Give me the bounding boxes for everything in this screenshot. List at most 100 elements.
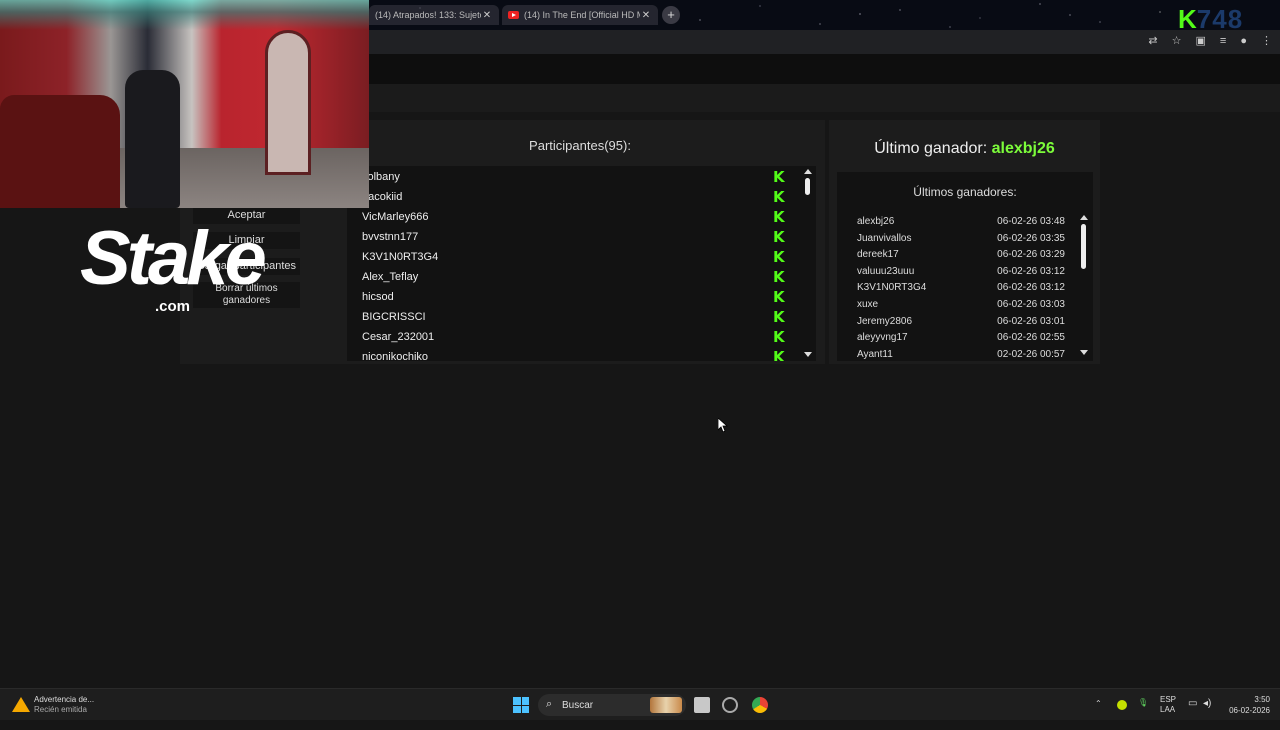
list-item[interactable]: pacokiid K (362, 187, 792, 207)
webcam-overlay (0, 0, 369, 208)
menu-icon[interactable]: ⋮ (1261, 34, 1272, 47)
winner-date: 02-02-26 00:57 (997, 349, 1065, 360)
participant-name: bvvstnn177 (362, 231, 419, 243)
webcam-arched-door (265, 30, 311, 175)
scroll-up-icon[interactable] (1080, 215, 1088, 220)
kick-badge-icon: K (773, 288, 785, 306)
new-tab-button[interactable]: + (662, 6, 680, 24)
kick-badge-icon: K (773, 248, 785, 266)
list-item[interactable]: niconikochiko K (362, 347, 792, 362)
scroll-down-icon[interactable] (1080, 350, 1088, 355)
webcam-ceiling-light (0, 0, 369, 30)
list-item[interactable]: K3V1N0RT3G4 K (362, 247, 792, 267)
winner-date: 06-02-26 03:12 (997, 282, 1065, 293)
clock-date: 06-02-2026 (1229, 706, 1270, 715)
list-item[interactable]: Cesar_232001 K (362, 327, 792, 347)
list-item: aleyyvng17 06-02-26 02:55 (857, 332, 1065, 348)
tab-title: (14) Atrapados! 133: Sujeto te... (375, 10, 481, 20)
last-winner-label: Último ganador: (874, 140, 992, 157)
winners-scrollbar[interactable] (1081, 224, 1086, 269)
chevron-up-icon[interactable]: ⌃ (1095, 699, 1102, 708)
participant-name: K3V1N0RT3G4 (362, 251, 439, 263)
address-bar-icons: ⇄ ☆ ▣ ≡ ● ⋮ (1148, 34, 1272, 48)
list-item[interactable]: bvvstnn177 K (362, 227, 792, 247)
list-item: valuuu23uuu 06-02-26 03:12 (857, 266, 1065, 282)
browser-tab-in-the-end[interactable]: (14) In The End [Official HD M... ✕ (502, 5, 658, 25)
youtube-icon (508, 11, 519, 19)
translate-icon[interactable]: ⇄ (1148, 34, 1157, 47)
clock-time: 3:50 (1254, 695, 1270, 704)
taskview-icon[interactable] (694, 697, 710, 713)
winner-name: valuuu23uuu (857, 266, 915, 277)
microphone-icon[interactable]: 🎙 (1138, 698, 1148, 707)
participants-list[interactable]: colbany K pacokiid K VicMarley666 K bvvstnn… (347, 166, 816, 361)
browser-tab-atrapados[interactable]: (14) Atrapados! 133: Sujeto te... ✕ (369, 5, 499, 25)
kick-logo-icon: K (1178, 4, 1197, 30)
kick-badge-icon: K (773, 348, 785, 362)
list-item[interactable]: BIGCRISSCI K (362, 307, 792, 327)
search-label: Buscar (562, 700, 594, 711)
winner-name: Ayant11 (857, 349, 893, 360)
webcam-gaming-chair (125, 70, 180, 208)
winner-date: 06-02-26 02:55 (997, 332, 1065, 343)
mouse-cursor-icon (718, 418, 728, 432)
participant-name: hicsod (362, 291, 394, 303)
winner-date: 06-02-26 03:35 (997, 233, 1065, 244)
chrome-icon[interactable] (752, 697, 768, 713)
chrome-alt-icon[interactable] (722, 697, 738, 713)
system-tray: ⌃ 🎙 (1095, 689, 1155, 721)
kick-badge-icon: K (773, 228, 785, 246)
system-clock[interactable]: 3:50 06-02-2026 (1229, 694, 1270, 716)
stake-logo-wordmark: Stake (80, 216, 267, 301)
list-item: dereek17 06-02-26 03:29 (857, 249, 1065, 265)
scroll-up-icon[interactable] (804, 169, 812, 174)
winner-name: alexbj26 (857, 216, 895, 227)
participant-name: VicMarley666 (362, 211, 429, 223)
close-icon[interactable]: ✕ (481, 10, 493, 21)
winner-name: dereek17 (857, 249, 899, 260)
tab-title: (14) In The End [Official HD M... (524, 10, 640, 20)
app-tray-icon[interactable] (1117, 700, 1127, 710)
list-item[interactable]: hicsod K (362, 287, 792, 307)
network-icon[interactable]: ▭ (1188, 698, 1197, 730)
profile-icon[interactable]: ● (1240, 35, 1247, 47)
windows-start-icon[interactable] (513, 697, 529, 713)
participant-name: niconikochiko (362, 351, 429, 361)
winner-date: 06-02-26 03:12 (997, 266, 1065, 277)
kick-badge-icon: K (773, 168, 785, 186)
search-icon: ⌕ (546, 698, 553, 710)
winner-name: aleyyvng17 (857, 332, 908, 343)
list-item: Juanvivallos 06-02-26 03:35 (857, 233, 1065, 249)
participants-scrollbar[interactable] (805, 178, 810, 195)
winner-date: 06-02-26 03:01 (997, 316, 1065, 327)
list-item: Ayant11 02-02-26 00:57 (857, 349, 1065, 361)
list-item[interactable]: Alex_Teflay K (362, 267, 792, 287)
notification-subtitle: Recién emitida (34, 705, 87, 714)
taskbar-search[interactable]: ⌕ Buscar (538, 694, 686, 716)
winner-name: Jeremy2806 (857, 316, 913, 327)
extensions-icon[interactable]: ▣ (1196, 34, 1206, 47)
close-icon[interactable]: ✕ (640, 10, 652, 21)
channel-logo-number: 748 (1196, 4, 1244, 30)
webcam-sofa (0, 95, 120, 208)
star-icon[interactable]: ☆ (1172, 34, 1182, 47)
list-item[interactable]: VicMarley666 K (362, 207, 792, 227)
list-item: Jeremy2806 06-02-26 03:01 (857, 316, 1065, 332)
kick-badge-icon: K (773, 208, 785, 226)
last-winner-heading: Último ganador: alexbj26 (829, 140, 1100, 158)
stake-logo: Stake .com (80, 214, 280, 315)
windows-taskbar: Advertencia de... Recién emitida ⌕ Busca… (0, 688, 1280, 720)
media-icon[interactable]: ≡ (1220, 35, 1226, 47)
language-top: ESP (1160, 695, 1177, 704)
recent-winners-list[interactable]: Últimos ganadores: alexbj26 06-02-26 03:4… (837, 172, 1093, 361)
list-item: xuxe 06-02-26 03:03 (857, 299, 1065, 315)
winner-date: 06-02-26 03:03 (997, 299, 1065, 310)
scroll-down-icon[interactable] (804, 352, 812, 357)
recent-winners-title: Últimos ganadores: (913, 185, 1017, 199)
participant-name: BIGCRISSCI (362, 311, 426, 323)
volume-icon[interactable]: ◂) (1203, 698, 1211, 730)
language-indicator[interactable]: ESP LAA (1160, 695, 1176, 727)
winner-name: K3V1N0RT3G4 (857, 282, 927, 293)
participant-name: Cesar_232001 (362, 331, 435, 343)
list-item[interactable]: colbany K (362, 167, 792, 187)
